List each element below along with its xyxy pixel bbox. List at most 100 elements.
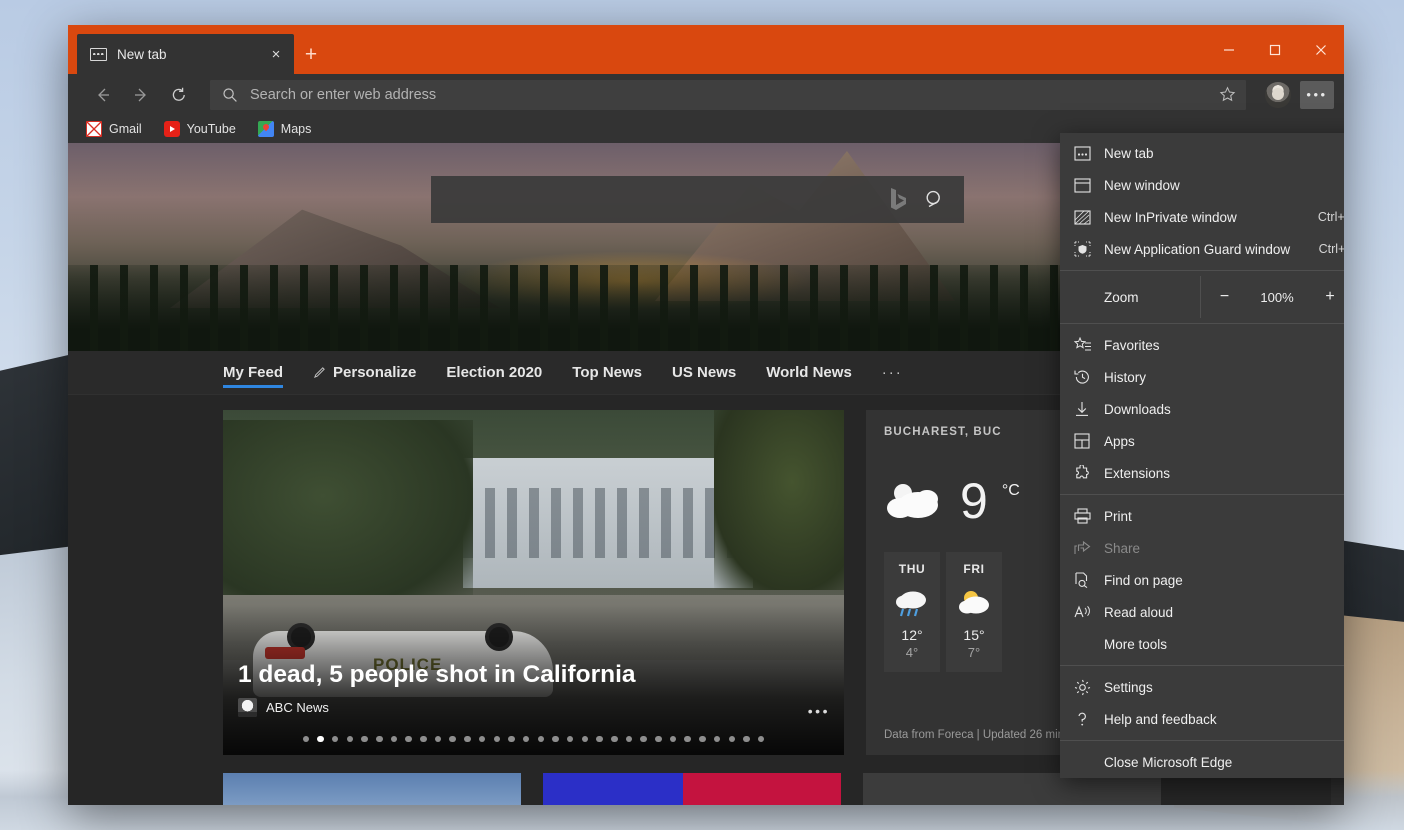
menu-item-history[interactable]: History — [1060, 361, 1344, 393]
favorite-label: Maps — [281, 122, 312, 136]
carousel-dot[interactable] — [508, 736, 515, 743]
carousel-dot[interactable] — [699, 736, 706, 743]
favorite-star-icon[interactable] — [1219, 86, 1238, 103]
carousel-dot[interactable] — [596, 736, 603, 743]
menu-item-help-and-feedback[interactable]: Help and feedback — [1060, 703, 1344, 735]
tab-close-icon[interactable]: × — [264, 42, 288, 66]
favorite-maps[interactable]: Maps — [258, 121, 312, 137]
favorite-label: YouTube — [187, 122, 236, 136]
carousel-dot[interactable] — [729, 736, 736, 743]
carousel-dot[interactable] — [684, 736, 691, 743]
menu-item-label: Extensions — [1104, 466, 1344, 481]
forecast-day-fri[interactable]: FRI 15° 7° — [946, 552, 1002, 672]
favorite-youtube[interactable]: YouTube — [164, 121, 236, 137]
desktop-wallpaper: New tab × + — [0, 0, 1404, 830]
browser-tab-new-tab[interactable]: New tab × — [77, 34, 294, 74]
zoom-row: Zoom−100%+ — [1060, 276, 1344, 318]
feed-tab-us-news[interactable]: US News — [672, 351, 736, 395]
carousel-dot[interactable] — [670, 736, 677, 743]
maximize-button[interactable] — [1252, 25, 1298, 74]
zoom-label: Zoom — [1060, 290, 1200, 305]
forward-button[interactable] — [124, 80, 158, 110]
carousel-dot[interactable] — [435, 736, 442, 743]
feed-tab-world-news[interactable]: World News — [766, 351, 852, 395]
menu-item-apps[interactable]: Apps — [1060, 425, 1344, 457]
carousel-dot[interactable] — [420, 736, 427, 743]
carousel-dot[interactable] — [317, 736, 324, 743]
feed-tab-label: US News — [672, 364, 736, 381]
carousel-dot[interactable] — [538, 736, 545, 743]
news-card-more-button[interactable]: ••• — [808, 703, 830, 719]
zoom-in-button[interactable]: + — [1306, 276, 1344, 318]
carousel-dot[interactable] — [640, 736, 647, 743]
carousel-dot[interactable] — [743, 736, 750, 743]
carousel-dot[interactable] — [567, 736, 574, 743]
feed-card-2[interactable] — [543, 773, 841, 805]
bing-search-icon[interactable] — [924, 189, 952, 211]
menu-item-extensions[interactable]: Extensions — [1060, 457, 1344, 489]
window-controls — [1206, 25, 1344, 74]
carousel-dot[interactable] — [552, 736, 559, 743]
menu-item-find-on-page[interactable]: Find on pageCtrl+F — [1060, 564, 1344, 596]
carousel-dot[interactable] — [611, 736, 618, 743]
carousel-dot[interactable] — [303, 736, 310, 743]
forecast-day-thu[interactable]: THU 12° 4° — [884, 552, 940, 672]
menu-item-new-application-guard-window[interactable]: New Application Guard windowCtrl+Shift+A — [1060, 233, 1344, 265]
carousel-dot[interactable] — [582, 736, 589, 743]
menu-item-downloads[interactable]: DownloadsCtrl+J — [1060, 393, 1344, 425]
feed-card-1[interactable] — [223, 773, 521, 805]
carousel-dot[interactable] — [655, 736, 662, 743]
menu-item-label: Downloads — [1104, 402, 1344, 417]
hero-news-card[interactable]: 1 dead, 5 people shot in California ABC … — [223, 410, 844, 755]
settings-and-more-menu[interactable]: New tabCtrl+TNew windowCtrl+NNew InPriva… — [1060, 133, 1344, 778]
new-tab-button[interactable]: + — [294, 36, 328, 74]
menu-item-more-tools[interactable]: More tools — [1060, 628, 1344, 660]
carousel-dot[interactable] — [347, 736, 354, 743]
carousel-dot[interactable] — [626, 736, 633, 743]
menu-item-print[interactable]: PrintCtrl+P — [1060, 500, 1344, 532]
carousel-dot[interactable] — [479, 736, 486, 743]
close-button[interactable] — [1298, 25, 1344, 74]
feed-tab-more[interactable]: ··· — [882, 351, 903, 395]
address-bar[interactable]: Search or enter web address — [210, 80, 1246, 110]
feed-tab-label: World News — [766, 364, 852, 381]
new-tab-icon — [1074, 146, 1104, 161]
carousel-dot[interactable] — [361, 736, 368, 743]
carousel-dot[interactable] — [714, 736, 721, 743]
forecast-low: 7° — [946, 645, 1002, 660]
back-button[interactable] — [86, 80, 120, 110]
forecast-high: 12° — [884, 627, 940, 643]
feed-tab-top-news[interactable]: Top News — [572, 351, 642, 395]
feed-tab-election-2020[interactable]: Election 2020 — [446, 351, 542, 395]
carousel-dot[interactable] — [405, 736, 412, 743]
history-icon — [1074, 369, 1104, 385]
carousel-dot[interactable] — [332, 736, 339, 743]
menu-item-close-microsoft-edge[interactable]: Close Microsoft Edge — [1060, 746, 1344, 778]
feed-tab-personalize[interactable]: Personalize — [313, 351, 416, 395]
menu-item-favorites[interactable]: Favorites — [1060, 329, 1344, 361]
favorite-gmail[interactable]: Gmail — [86, 121, 142, 137]
minimize-button[interactable] — [1206, 25, 1252, 74]
settings-and-more-button[interactable]: ••• — [1300, 81, 1334, 109]
profile-avatar[interactable] — [1265, 82, 1291, 108]
carousel-dot[interactable] — [376, 736, 383, 743]
carousel-dot[interactable] — [464, 736, 471, 743]
menu-item-new-inprivate-window[interactable]: New InPrivate windowCtrl+Shift+N — [1060, 201, 1344, 233]
menu-separator — [1060, 494, 1344, 495]
carousel-dot[interactable] — [523, 736, 530, 743]
carousel-dot[interactable] — [758, 736, 765, 743]
feed-tab-my-feed[interactable]: My Feed — [223, 351, 283, 395]
menu-item-read-aloud[interactable]: Read aloud — [1060, 596, 1344, 628]
refresh-button[interactable] — [162, 80, 196, 110]
menu-item-new-window[interactable]: New windowCtrl+N — [1060, 169, 1344, 201]
bing-search-box[interactable] — [431, 176, 964, 223]
news-carousel-dots[interactable] — [223, 736, 844, 743]
zoom-out-button[interactable]: − — [1200, 276, 1248, 318]
tab-title: New tab — [117, 47, 254, 62]
carousel-dot[interactable] — [391, 736, 398, 743]
carousel-dot[interactable] — [494, 736, 501, 743]
menu-item-new-tab[interactable]: New tabCtrl+T — [1060, 137, 1344, 169]
address-input[interactable]: Search or enter web address — [250, 87, 1219, 103]
menu-item-settings[interactable]: Settings — [1060, 671, 1344, 703]
carousel-dot[interactable] — [449, 736, 456, 743]
